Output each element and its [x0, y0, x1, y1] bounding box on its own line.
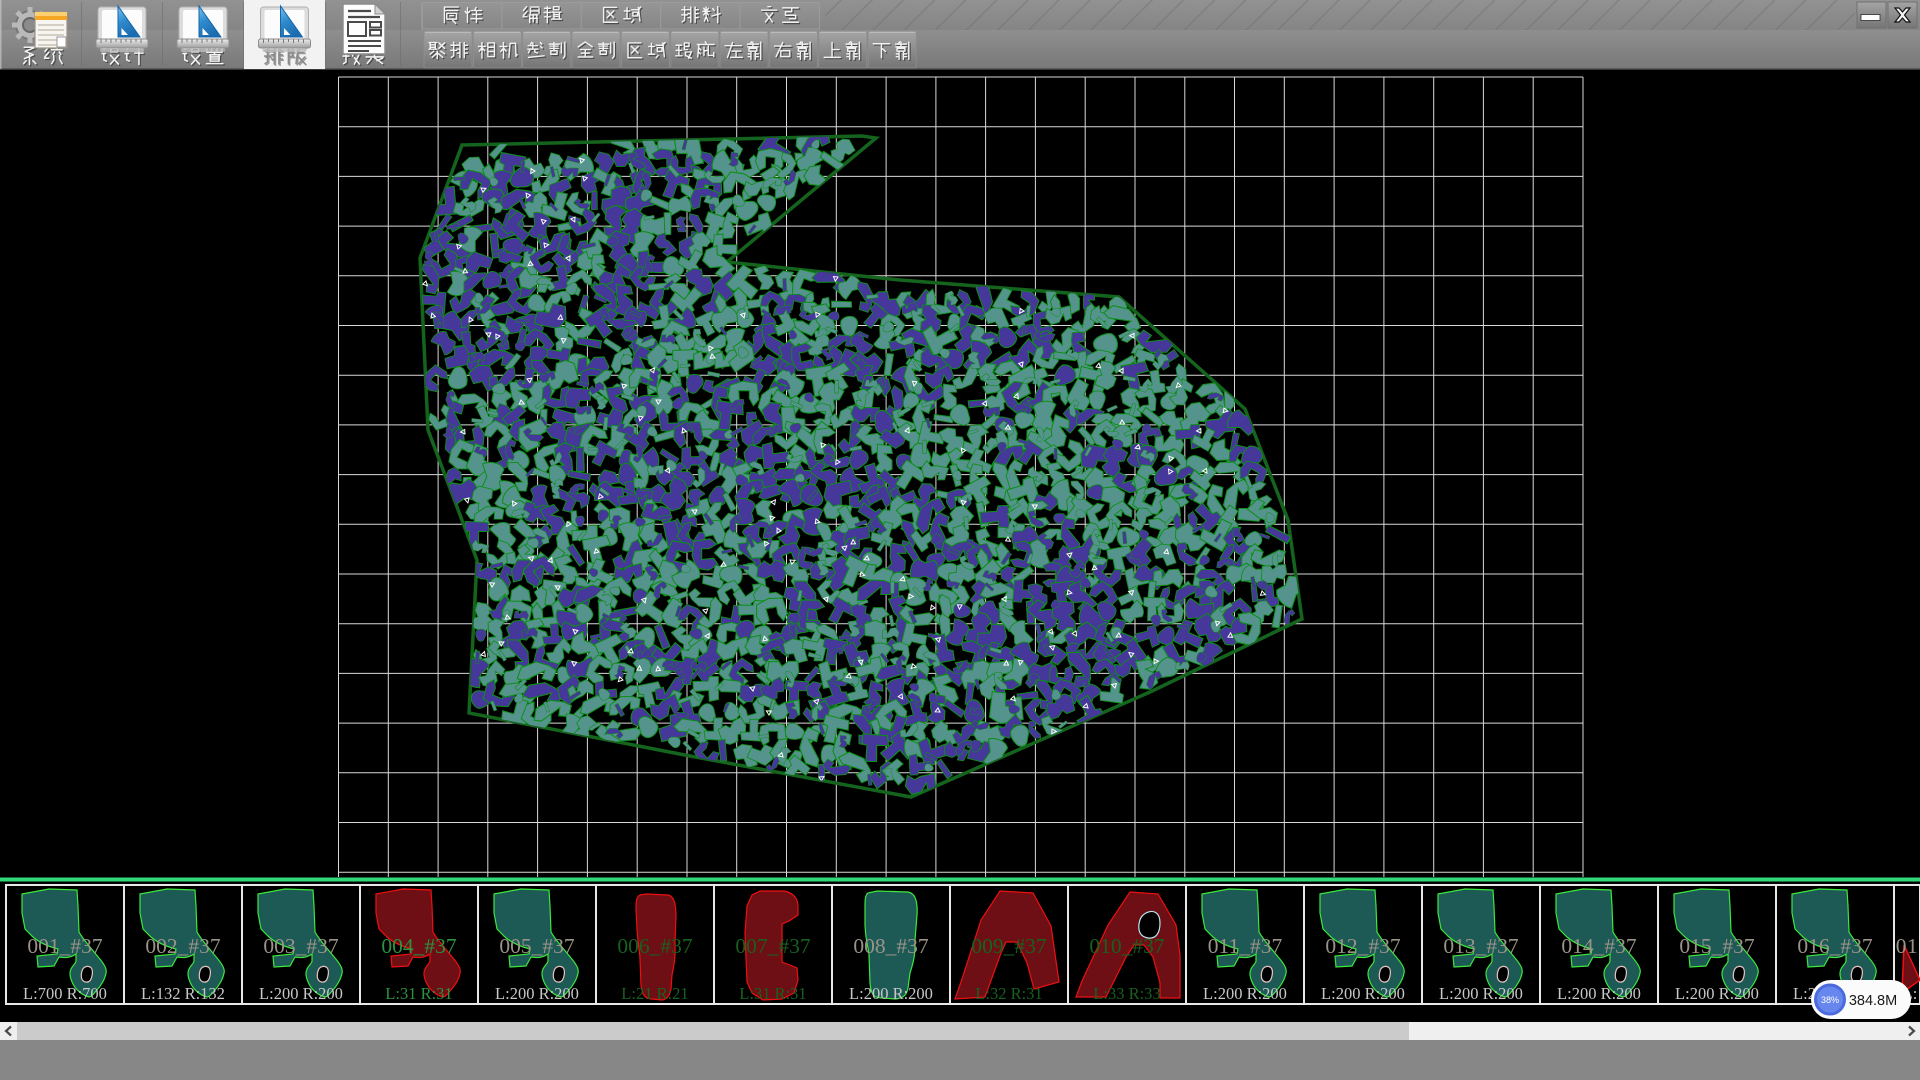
svg-text:006_#37: 006_#37	[617, 934, 693, 958]
svg-text:01: 01	[1896, 934, 1919, 958]
svg-text:016_#37: 016_#37	[1797, 934, 1873, 958]
svg-text:004_#37: 004_#37	[381, 934, 457, 958]
svg-text:L:700 R:700: L:700 R:700	[23, 984, 107, 1003]
svg-text:007_#37: 007_#37	[735, 934, 811, 958]
svg-text:014_#37: 014_#37	[1561, 934, 1637, 958]
svg-text:L:200 R:200: L:200 R:200	[495, 984, 579, 1003]
svg-text:011_#37: 011_#37	[1208, 934, 1283, 958]
svg-text:005_#37: 005_#37	[499, 934, 575, 958]
svg-text:001_#37: 001_#37	[27, 934, 103, 958]
svg-text:L:200 R:200: L:200 R:200	[1203, 984, 1287, 1003]
svg-text:L:200 R:200: L:200 R:200	[849, 984, 933, 1003]
svg-text:L:200 R:200: L:200 R:200	[259, 984, 343, 1003]
svg-text:L:200 R:200: L:200 R:200	[1439, 984, 1523, 1003]
svg-text:L:31 R:31: L:31 R:31	[385, 984, 452, 1003]
svg-text:L:33 R:33: L:33 R:33	[1093, 984, 1160, 1003]
svg-text:012_#37: 012_#37	[1325, 934, 1401, 958]
svg-text:L:200 R:200: L:200 R:200	[1557, 984, 1641, 1003]
svg-text:L:132 R:132: L:132 R:132	[141, 984, 225, 1003]
svg-text:L:31 R:31: L:31 R:31	[739, 984, 806, 1003]
svg-text:015_#37: 015_#37	[1679, 934, 1755, 958]
svg-text:009_#37: 009_#37	[971, 934, 1047, 958]
svg-text:010_#37: 010_#37	[1089, 934, 1165, 958]
svg-text:002_#37: 002_#37	[145, 934, 221, 958]
svg-text:L:200 R:200: L:200 R:200	[1321, 984, 1405, 1003]
svg-text:008_#37: 008_#37	[853, 934, 929, 958]
svg-text:38%: 38%	[1821, 995, 1839, 1005]
svg-text:013_#37: 013_#37	[1443, 934, 1519, 958]
svg-text:003_#37: 003_#37	[263, 934, 339, 958]
svg-text:384.8M: 384.8M	[1849, 993, 1897, 1009]
svg-text:L:32 R:31: L:32 R:31	[975, 984, 1042, 1003]
svg-text:L:21 R:21: L:21 R:21	[621, 984, 688, 1003]
svg-text:L:200 R:200: L:200 R:200	[1675, 984, 1759, 1003]
